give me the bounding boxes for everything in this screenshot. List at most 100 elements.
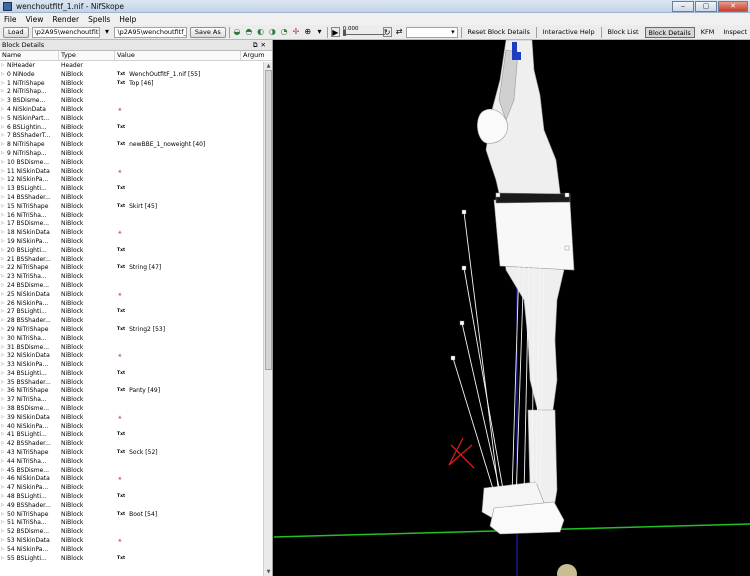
tree-row[interactable]: 8 NiTriShapeNiBlock TxtnewBBE_1_noweight … (0, 141, 262, 150)
tree-row[interactable]: 39 NiSkinDataNiBlock ⚹ (0, 414, 262, 423)
tree-row[interactable]: 41 BSLighti...NiBlock Txt (0, 431, 262, 440)
tree-row[interactable]: 22 NiTriShapeNiBlock TxtString [47] (0, 264, 262, 273)
character-model[interactable] (477, 40, 575, 535)
tree-row[interactable]: 5 NiSkinPart...NiBlock (0, 115, 262, 124)
view-walk-icon[interactable]: ◔ (280, 27, 289, 37)
loop-icon[interactable]: ↻ (382, 27, 392, 37)
tree-row[interactable]: 11 NiSkinDataNiBlock ⚹ (0, 168, 262, 177)
tree-row[interactable]: 43 NiTriShapeNiBlock TxtSock [52] (0, 449, 262, 458)
tree-row[interactable]: 1 NiTriShapeNiBlock TxtTop [46] (0, 80, 262, 89)
tree-row[interactable]: 12 NiSkinPa...NiBlock (0, 176, 262, 185)
vertical-scrollbar[interactable]: ▲ ▼ (263, 62, 272, 576)
tree-row[interactable]: 35 BSShader...NiBlock (0, 379, 262, 388)
tree-row[interactable]: 3 BSDisme...NiBlock (0, 97, 262, 106)
tree-row[interactable]: NiHeaderHeader (0, 62, 262, 71)
scroll-thumb[interactable] (265, 70, 272, 370)
view-user-icon[interactable]: ◑ (268, 27, 277, 37)
scroll-up-icon[interactable]: ▲ (264, 62, 273, 70)
menu-file[interactable]: File (4, 15, 17, 24)
tree-row[interactable]: 0 NiNodeNiBlock TxtWenchOutfitF_1.nif [55… (0, 71, 262, 80)
tree-row[interactable]: 34 BSLighti...NiBlock Txt (0, 370, 262, 379)
block-list-button[interactable]: Block List (605, 27, 642, 38)
perspective-icon[interactable]: ⊕ (303, 27, 312, 37)
interactive-help-button[interactable]: Interactive Help (540, 27, 598, 38)
tree-row[interactable]: 36 NiTriShapeNiBlock TxtPanty [49] (0, 387, 262, 396)
tree-row[interactable]: 46 NiSkinDataNiBlock ⚹ (0, 475, 262, 484)
tree-row[interactable]: 15 NiTriShapeNiBlock TxtSkirt [45] (0, 203, 262, 212)
tree-row[interactable]: 16 NiTriSha...NiBlock (0, 212, 262, 221)
tree-row[interactable]: 33 NiSkinPa...NiBlock (0, 361, 262, 370)
play-icon[interactable]: ▶ (330, 27, 340, 37)
menu-spells[interactable]: Spells (88, 15, 110, 24)
tree-row[interactable]: 30 NiTriSha...NiBlock (0, 335, 262, 344)
tree-row[interactable]: 9 NiTriShap...NiBlock (0, 150, 262, 159)
view-front-icon[interactable]: ◒ (233, 27, 242, 37)
save-path-field[interactable]: \p2A95\wenchoutfitf_1.nif (114, 26, 187, 38)
tree-row[interactable]: 52 BSDisme...NiBlock (0, 528, 262, 537)
column-name[interactable]: Name (0, 51, 59, 60)
tree-row[interactable]: 24 BSDisme...NiBlock (0, 282, 262, 291)
view-top-icon[interactable]: ◐ (256, 27, 265, 37)
light-sphere[interactable] (557, 564, 577, 576)
tree-row[interactable]: 55 BSLighti...NiBlock Txt (0, 555, 262, 564)
tree-row[interactable]: 54 NiSkinPa...NiBlock (0, 546, 262, 555)
block-details-button[interactable]: Block Details (644, 26, 695, 38)
tree-row[interactable]: 32 NiSkinDataNiBlock ⚹ (0, 352, 262, 361)
column-type[interactable]: Type (59, 51, 115, 60)
menu-help[interactable]: Help (119, 15, 136, 24)
tree-row[interactable]: 53 NiSkinDataNiBlock ⚹ (0, 537, 262, 546)
switch-icon[interactable]: ⇄ (395, 27, 404, 37)
tree-row[interactable]: 23 NiTriSha...NiBlock (0, 273, 262, 282)
tree-row[interactable]: 10 BSDisme...NiBlock (0, 159, 262, 168)
kfm-button[interactable]: KFM (698, 27, 718, 38)
tree-row[interactable]: 13 BSLighti...NiBlock Txt (0, 185, 262, 194)
animation-select[interactable] (406, 26, 458, 38)
tree-row[interactable]: 14 BSShader...NiBlock (0, 194, 262, 203)
tree-row[interactable]: 42 BSShader...NiBlock (0, 440, 262, 449)
tree-row[interactable]: 48 BSLighti...NiBlock Txt (0, 493, 262, 502)
save-as-button[interactable]: Save As (189, 26, 226, 38)
path-dropdown-icon[interactable]: ▾ (103, 27, 112, 37)
tree-row[interactable]: 17 BSDisme...NiBlock (0, 220, 262, 229)
tree-row[interactable]: 38 BSDisme...NiBlock (0, 405, 262, 414)
load-path-field[interactable]: \p2A95\wenchoutfitf_1.nif (31, 26, 100, 38)
column-value[interactable]: Value (115, 51, 241, 60)
float-panel-icon[interactable]: ⧉ (253, 41, 261, 49)
view-dropdown-icon[interactable]: ▾ (315, 27, 324, 37)
tree-row[interactable]: 26 NiSkinPa...NiBlock (0, 300, 262, 309)
tree-row[interactable]: 20 BSLighti...NiBlock Txt (0, 247, 262, 256)
tree-row[interactable]: 6 BSLightin...NiBlock Txt (0, 124, 262, 133)
tree-row[interactable]: 27 BSLighti...NiBlock Txt (0, 308, 262, 317)
reset-block-details-button[interactable]: Reset Block Details (464, 27, 532, 38)
close-button[interactable]: ✕ (718, 1, 748, 12)
tree-row[interactable]: 37 NiTriSha...NiBlock (0, 396, 262, 405)
tree-row[interactable]: 31 BSDisme...NiBlock (0, 344, 262, 353)
tree-row[interactable]: 4 NiSkinDataNiBlock ⚹ (0, 106, 262, 115)
column-argument[interactable]: Argum (241, 51, 271, 60)
scroll-down-icon[interactable]: ▼ (264, 568, 273, 576)
tree-row[interactable]: 18 NiSkinDataNiBlock ⚹ (0, 229, 262, 238)
tree-row[interactable]: 40 NiSkinPa...NiBlock (0, 423, 262, 432)
flip-view-icon[interactable]: ✢ (292, 27, 301, 37)
tree-row[interactable]: 45 BSDisme...NiBlock (0, 467, 262, 476)
minimize-button[interactable]: ‒ (672, 1, 694, 12)
tree-row[interactable]: 51 NiTriSha...NiBlock (0, 519, 262, 528)
tree-row[interactable]: 21 BSShader...NiBlock (0, 256, 262, 265)
menu-view[interactable]: View (26, 15, 44, 24)
load-button[interactable]: Load (3, 26, 29, 38)
tree-row[interactable]: 47 NiSkinPa...NiBlock (0, 484, 262, 493)
close-panel-icon[interactable]: ✕ (261, 41, 269, 49)
tree-row[interactable]: 44 NiTriSha...NiBlock (0, 458, 262, 467)
maximize-button[interactable]: ▢ (695, 1, 717, 12)
tree-row[interactable]: 25 NiSkinDataNiBlock ⚹ (0, 291, 262, 300)
view-side-icon[interactable]: ◓ (244, 27, 253, 37)
slider-knob[interactable] (342, 29, 346, 36)
render-viewport[interactable] (274, 40, 750, 576)
menu-render[interactable]: Render (52, 15, 79, 24)
tree-row[interactable]: 50 NiTriShapeNiBlock TxtBoot [54] (0, 511, 262, 520)
time-slider[interactable]: 0.000 (342, 26, 385, 37)
tree-row[interactable]: 29 NiTriShapeNiBlock TxtString2 [53] (0, 326, 262, 335)
tree-row[interactable]: 7 BSShaderT...NiBlock (0, 132, 262, 141)
tree-row[interactable]: 28 BSShader...NiBlock (0, 317, 262, 326)
tree-row[interactable]: 19 NiSkinPa...NiBlock (0, 238, 262, 247)
